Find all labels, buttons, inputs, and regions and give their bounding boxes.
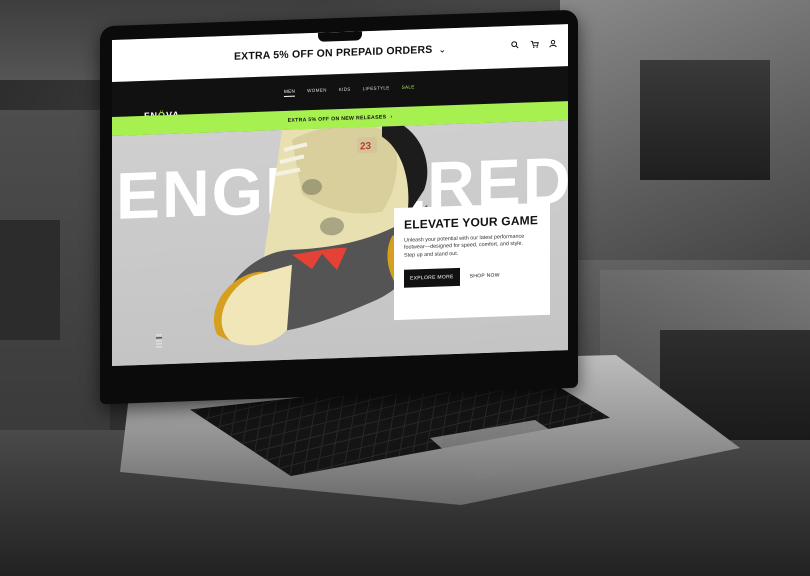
pager-dot-active[interactable] <box>156 337 162 339</box>
cart-icon[interactable] <box>529 40 539 50</box>
hero-cta-card: ELEVATE YOUR GAME Unleash your potential… <box>394 202 550 321</box>
nav-links: MEN WOMEN KIDS LIFESTYLE SALE <box>284 84 415 97</box>
nav-link-lifestyle[interactable]: LIFESTYLE <box>363 85 390 94</box>
header-icons <box>510 39 558 51</box>
promo-title[interactable]: EXTRA 5% OFF ON PREPAID ORDERS <box>234 44 433 63</box>
svg-text:23: 23 <box>360 141 372 152</box>
chevron-down-icon[interactable]: ⌄ <box>438 44 446 55</box>
user-icon[interactable] <box>548 39 558 49</box>
pager-dot[interactable] <box>156 340 162 342</box>
laptop-screen: EXTRA 5% OFF ON PREPAID ORDERS ⌄ FNÖVA M… <box>112 24 568 366</box>
nav-link-women[interactable]: WOMEN <box>307 88 327 97</box>
announcement-text[interactable]: EXTRA 5% OFF ON NEW RELEASES <box>288 114 387 123</box>
nav-link-men[interactable]: MEN <box>284 88 296 97</box>
camera-notch <box>318 31 362 42</box>
explore-more-button[interactable]: EXPLORE MORE <box>404 267 460 288</box>
block-hole <box>0 220 60 340</box>
nav-link-kids[interactable]: KIDS <box>339 87 351 95</box>
hero-banner: ENGINEERED FO 23 <box>112 120 568 366</box>
pager-dot[interactable] <box>156 346 162 348</box>
nav-link-sale[interactable]: SALE <box>402 84 415 92</box>
pager-dot[interactable] <box>156 343 162 345</box>
shop-now-button[interactable]: SHOP NOW <box>470 272 500 279</box>
carousel-pager <box>156 334 162 348</box>
search-icon[interactable] <box>510 41 520 51</box>
hero-title: ELEVATE YOUR GAME <box>404 213 539 232</box>
block-hole <box>640 60 770 180</box>
pager-dot[interactable] <box>156 334 162 336</box>
hero-description: Unleash your potential with our latest p… <box>404 233 525 259</box>
chevron-right-icon[interactable]: › <box>390 114 392 120</box>
hero-buttons: EXPLORE MORE SHOP NOW <box>404 265 540 288</box>
